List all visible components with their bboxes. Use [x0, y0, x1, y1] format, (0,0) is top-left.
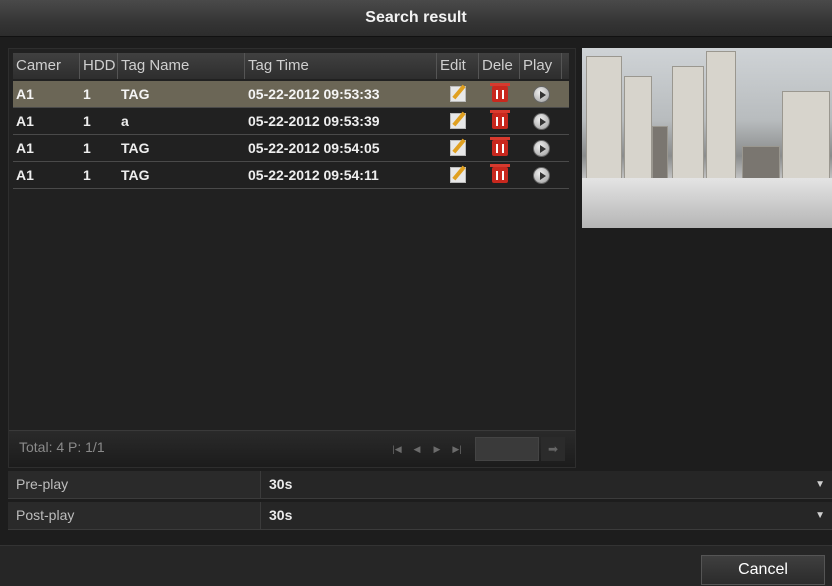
last-page-button[interactable]: ▶|	[449, 441, 465, 457]
cell-camera: A1	[16, 167, 34, 183]
column-header-hdd[interactable]: HDD	[80, 53, 118, 79]
cell-tag-time: 05-22-2012 09:53:33	[248, 86, 380, 102]
first-page-button[interactable]: |◀	[389, 441, 405, 457]
play-icon	[532, 85, 550, 103]
post-play-value: 30s	[269, 507, 293, 523]
cell-camera: A1	[16, 140, 34, 156]
play-icon	[532, 139, 550, 157]
chevron-down-icon: ▼	[815, 479, 825, 490]
post-play-label: Post-play	[16, 507, 75, 523]
cell-tag-name: TAG	[121, 140, 150, 156]
preview-building	[586, 56, 622, 188]
table-row[interactable]: A1 1 TAG 05-22-2012 09:53:33	[13, 81, 569, 108]
delete-button[interactable]	[479, 108, 520, 134]
preview-building	[706, 51, 736, 188]
pre-play-label: Pre-play	[16, 476, 69, 492]
play-button[interactable]	[520, 135, 562, 161]
column-header-edit[interactable]: Edit	[437, 53, 479, 79]
total-count-text: Total: 4 P: 1/1	[19, 439, 105, 455]
play-button[interactable]	[520, 162, 562, 188]
preview-building	[782, 91, 830, 188]
cell-hdd: 1	[83, 140, 91, 156]
delete-button[interactable]	[479, 81, 520, 107]
column-header-tag-name[interactable]: Tag Name	[118, 53, 245, 79]
preview-ground	[582, 178, 832, 228]
cell-camera: A1	[16, 86, 34, 102]
column-header-delete[interactable]: Dele	[479, 53, 520, 79]
table-row[interactable]: A1 1 TAG 05-22-2012 09:54:11	[13, 162, 569, 189]
column-header-play[interactable]: Play	[520, 53, 562, 79]
delete-icon	[489, 110, 510, 129]
cell-tag-name: a	[121, 113, 129, 129]
column-header-camera[interactable]: Camer	[13, 53, 80, 79]
cell-camera: A1	[16, 113, 34, 129]
cell-tag-time: 05-22-2012 09:53:39	[248, 113, 380, 129]
dialog-title: Search result	[0, 0, 832, 37]
delete-button[interactable]	[479, 162, 520, 188]
edit-button[interactable]	[437, 108, 479, 134]
edit-button[interactable]	[437, 81, 479, 107]
post-play-select[interactable]: 30s ▼	[260, 502, 832, 529]
cell-hdd: 1	[83, 113, 91, 129]
table-header: Camer HDD Tag Name Tag Time Edit Dele Pl…	[13, 53, 569, 79]
delete-icon	[489, 164, 510, 183]
play-icon	[532, 166, 550, 184]
tag-list-panel: Camer HDD Tag Name Tag Time Edit Dele Pl…	[8, 48, 576, 468]
table-row[interactable]: A1 1 TAG 05-22-2012 09:54:05	[13, 135, 569, 162]
column-header-tag-time[interactable]: Tag Time	[245, 53, 437, 79]
delete-button[interactable]	[479, 135, 520, 161]
play-button[interactable]	[520, 108, 562, 134]
cell-tag-name: TAG	[121, 167, 150, 183]
cell-hdd: 1	[83, 86, 91, 102]
next-page-button[interactable]: ▶	[429, 441, 445, 457]
cell-tag-time: 05-22-2012 09:54:11	[248, 167, 379, 183]
cell-tag-time: 05-22-2012 09:54:05	[248, 140, 380, 156]
delete-icon	[489, 83, 510, 102]
tag-table-body: A1 1 TAG 05-22-2012 09:53:33 A1 1 a 05-2…	[13, 81, 569, 189]
chevron-down-icon: ▼	[815, 510, 825, 521]
cell-hdd: 1	[83, 167, 91, 183]
pagination-bar: Total: 4 P: 1/1 |◀ ◀ ▶ ▶| ➡	[9, 430, 575, 467]
go-page-button[interactable]: ➡	[541, 437, 565, 461]
play-icon	[532, 112, 550, 130]
edit-button[interactable]	[437, 135, 479, 161]
video-preview	[582, 48, 832, 228]
table-row[interactable]: A1 1 a 05-22-2012 09:53:39	[13, 108, 569, 135]
preview-building	[672, 66, 704, 188]
pre-play-row: Pre-play 30s ▼	[8, 471, 832, 499]
prev-page-button[interactable]: ◀	[409, 441, 425, 457]
delete-icon	[489, 137, 510, 156]
cell-tag-name: TAG	[121, 86, 150, 102]
cancel-button[interactable]: Cancel	[701, 555, 825, 585]
pre-play-select[interactable]: 30s ▼	[260, 471, 832, 498]
preview-building	[624, 76, 652, 188]
edit-icon	[450, 113, 466, 129]
edit-icon	[450, 86, 466, 102]
edit-icon	[450, 167, 466, 183]
edit-button[interactable]	[437, 162, 479, 188]
post-play-row: Post-play 30s ▼	[8, 502, 832, 530]
edit-icon	[450, 140, 466, 156]
play-button[interactable]	[520, 81, 562, 107]
pre-play-value: 30s	[269, 476, 293, 492]
page-number-input[interactable]	[475, 437, 539, 461]
